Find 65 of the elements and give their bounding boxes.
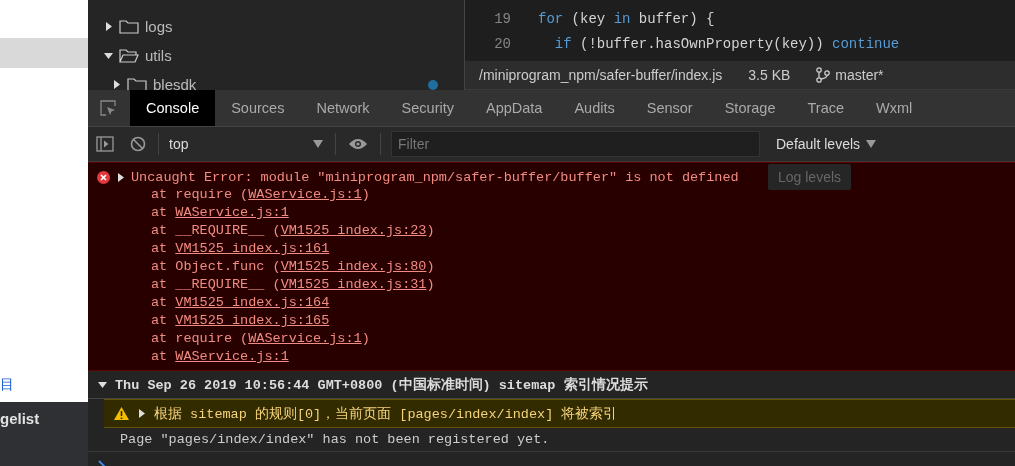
stack-frame: at require (WAService.js:1) — [88, 330, 1015, 348]
source-link[interactable]: VM1525 index.js:80 — [280, 259, 427, 274]
clear-console-icon[interactable] — [130, 136, 146, 152]
source-link[interactable]: VM1525 index.js:165 — [175, 313, 330, 328]
source-link[interactable]: WAService.js:1 — [248, 187, 362, 202]
source-link[interactable]: VM1525 index.js:23 — [280, 223, 427, 238]
devtools-tab[interactable]: AppData — [470, 90, 559, 126]
tree-item[interactable]: utils — [145, 47, 172, 64]
code-line: for (key in buffer) { — [538, 10, 715, 27]
line-number: 20 — [493, 35, 511, 52]
expand-caret-icon[interactable] — [116, 172, 125, 182]
folder-icon — [119, 47, 139, 64]
devtools-tab[interactable]: Security — [385, 90, 470, 126]
stack-frame: at VM1525 index.js:161 — [88, 240, 1015, 258]
devtools-tab[interactable]: Audits — [558, 90, 631, 126]
tree-item[interactable]: logs — [145, 18, 173, 35]
warning-icon — [114, 407, 129, 420]
branch-icon — [816, 67, 831, 83]
source-link[interactable]: VM1525 index.js:31 — [280, 277, 427, 292]
group-title[interactable]: Thu Sep 26 2019 10:56:44 GMT+0800 (中国标准时间) sitemap 索引情况提示 — [115, 375, 648, 394]
tree-caret-icon[interactable] — [104, 51, 113, 60]
devtools-tab[interactable]: Sensor — [630, 90, 709, 126]
devtools-tab[interactable]: Console — [130, 90, 216, 126]
source-link[interactable]: WAService.js:1 — [175, 349, 289, 364]
stack-frame: at Object.func (VM1525 index.js:80) — [88, 258, 1015, 276]
log-levels-dropdown[interactable]: Default levels — [770, 135, 883, 153]
devtools-tab[interactable]: Sources — [215, 90, 301, 126]
inspect-icon[interactable] — [100, 100, 116, 116]
tree-caret-icon[interactable] — [104, 22, 113, 31]
stack-frame: at VM1525 index.js:164 — [88, 294, 1015, 312]
expand-caret-icon[interactable] — [137, 409, 146, 418]
source-link[interactable]: WAService.js:1 — [175, 205, 289, 220]
branch-name[interactable]: master* — [835, 67, 884, 83]
log-message: Page "pages/index/index" has not been registered yet. — [120, 432, 550, 447]
stack-frame: at VM1525 index.js:165 — [88, 312, 1015, 330]
dropdown-caret-icon — [866, 140, 877, 148]
source-link[interactable]: VM1525 index.js:161 — [175, 241, 330, 256]
line-number: 19 — [493, 10, 511, 27]
code-line: if (!buffer.hasOwnProperty(key)) continue — [553, 35, 900, 52]
link-text[interactable]: 目 — [0, 376, 88, 394]
devtools-tab[interactable]: Network — [300, 90, 386, 126]
tooltip: Log levels — [768, 164, 852, 190]
nav-item[interactable]: gelist — [0, 410, 40, 427]
group-caret-icon[interactable] — [98, 380, 107, 389]
devtools-tab[interactable]: Wxml — [860, 90, 929, 126]
eye-icon[interactable] — [348, 137, 368, 151]
source-link[interactable]: WAService.js:1 — [248, 331, 362, 346]
warning-message: 根据 sitemap 的规则[0]，当前页面 [pages/index/index] 将被索引 — [154, 405, 618, 423]
error-message: Uncaught Error: module "miniprogram_npm/safer-buffer/buffer" is not defined — [131, 169, 739, 185]
filter-field[interactable]: Filter — [391, 131, 760, 157]
devtools-tab[interactable]: Storage — [708, 90, 792, 126]
stack-frame: at WAService.js:1 — [88, 348, 1015, 366]
tree-item[interactable]: blesdk — [153, 76, 197, 90]
sidebar-toggle-icon[interactable] — [96, 136, 114, 152]
context-selector[interactable]: top — [163, 131, 331, 157]
source-link[interactable]: VM1525 index.js:164 — [175, 295, 330, 310]
stack-frame: at __REQUIRE__ (VM1525 index.js:31) — [88, 276, 1015, 294]
file-path: /miniprogram_npm/safer-buffer/index.js — [479, 67, 723, 83]
file-size: 3.5 KB — [748, 67, 791, 83]
devtools-tab[interactable]: Trace — [791, 90, 860, 126]
stack-frame: at __REQUIRE__ (VM1525 index.js:23) — [88, 222, 1015, 240]
error-icon — [97, 170, 110, 184]
folder-icon — [119, 18, 139, 35]
stack-frame: at WAService.js:1 — [88, 204, 1015, 222]
dropdown-caret-icon — [313, 140, 323, 148]
